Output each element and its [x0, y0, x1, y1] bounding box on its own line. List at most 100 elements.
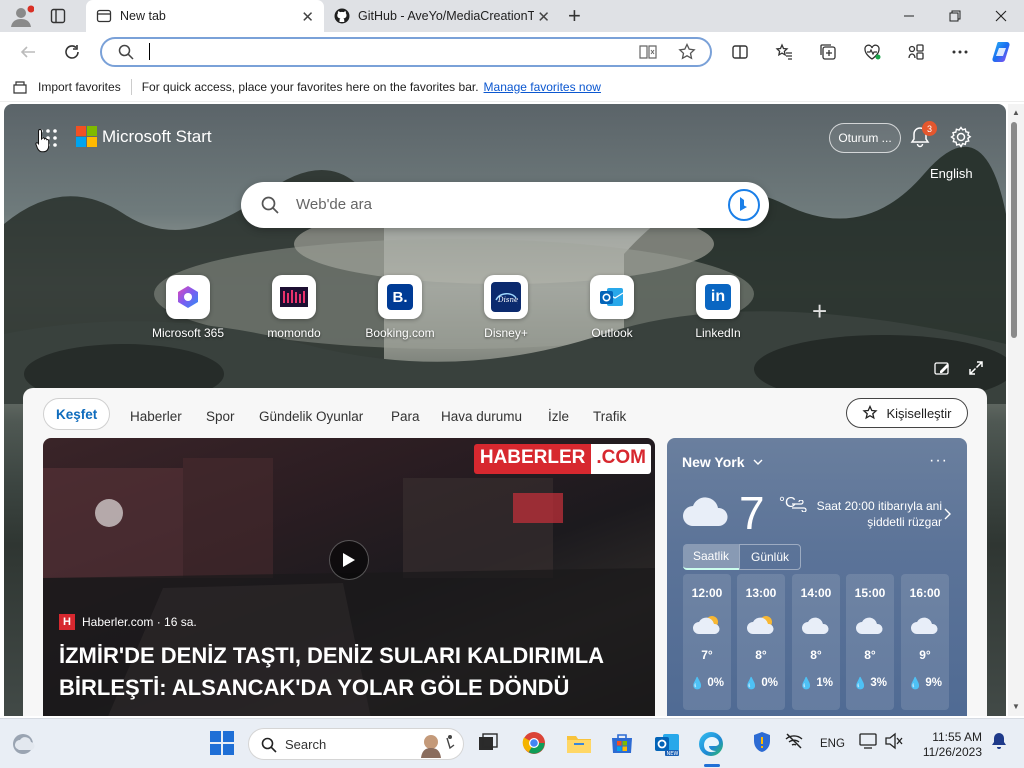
- web-search-box[interactable]: Web'de ara: [241, 182, 769, 228]
- feed-tab-spor[interactable]: Spor: [206, 409, 235, 424]
- quick-link-booking[interactable]: B. Booking.com: [355, 275, 445, 340]
- feed-tab-kesfet[interactable]: Keşfet: [43, 398, 111, 430]
- weather-tab-daily[interactable]: Günlük: [739, 544, 801, 570]
- collections-icon[interactable]: [812, 36, 844, 68]
- chrome-icon[interactable]: [522, 731, 548, 757]
- settings-gear-icon[interactable]: [950, 126, 972, 148]
- volume-muted-icon[interactable]: [884, 731, 910, 757]
- weather-city-selector[interactable]: New York: [682, 454, 763, 470]
- close-tab-icon[interactable]: ✕: [301, 8, 314, 26]
- edge-browser-icon[interactable]: [698, 731, 724, 757]
- import-favorites-button[interactable]: Import favorites: [38, 80, 121, 94]
- hourly-forecast-item[interactable]: 13:00 8° 💧 0%: [737, 574, 785, 710]
- taskbar-search-box[interactable]: Search: [248, 728, 464, 760]
- address-bar[interactable]: [100, 37, 712, 67]
- news-source[interactable]: H Haberler.com · 16 sa.: [59, 614, 197, 630]
- weather-alert-text[interactable]: Saat 20:00 itibarıyla ani şiddetli rüzga…: [812, 498, 942, 530]
- widgets-weather-icon[interactable]: [10, 731, 36, 757]
- raindrop-icon: 💧: [799, 678, 814, 690]
- forecast-precip-value: 9%: [925, 677, 942, 689]
- microsoft-start-brand[interactable]: Microsoft Start: [76, 126, 212, 147]
- scroll-down-icon[interactable]: ▼: [1012, 702, 1020, 711]
- scroll-up-icon[interactable]: ▲: [1012, 108, 1020, 117]
- feed-tab-para[interactable]: Para: [391, 409, 420, 424]
- close-window-button[interactable]: [978, 0, 1024, 32]
- add-quick-link-button[interactable]: +: [812, 298, 827, 324]
- new-tab-button[interactable]: +: [568, 5, 581, 27]
- play-video-button[interactable]: [329, 540, 369, 580]
- browser-essentials-icon[interactable]: [856, 36, 888, 68]
- scrollbar-thumb[interactable]: [1011, 122, 1017, 338]
- network-disconnected-icon[interactable]: [784, 731, 810, 757]
- security-shield-icon[interactable]: [752, 731, 778, 757]
- import-favorites-icon[interactable]: [12, 79, 28, 95]
- hourly-forecast-item[interactable]: 15:00 8° 💧 3%: [846, 574, 894, 710]
- quick-link-linkedin[interactable]: in LinkedIn: [673, 275, 763, 340]
- tab-github[interactable]: GitHub - AveYo/MediaCreationT ✕: [326, 0, 560, 32]
- address-input[interactable]: [146, 43, 616, 61]
- tab-new-tab[interactable]: New tab ✕: [86, 0, 324, 32]
- search-icon: [261, 196, 279, 214]
- weather-tab-hourly[interactable]: Saatlik: [683, 544, 739, 570]
- file-explorer-icon[interactable]: [566, 731, 592, 757]
- restore-button[interactable]: [932, 0, 978, 32]
- outlook-new-icon[interactable]: NEW: [654, 731, 680, 757]
- quick-link-label: LinkedIn: [695, 326, 741, 340]
- favorites-bar-message: For quick access, place your favorites h…: [141, 79, 479, 94]
- expand-icon[interactable]: [968, 360, 984, 376]
- quick-link-outlook[interactable]: Outlook: [567, 275, 657, 340]
- news-headline[interactable]: İZMİR'DE DENİZ TAŞTI, DENİZ SULARI KALDI…: [59, 640, 649, 704]
- quick-link-microsoft365[interactable]: Microsoft 365: [143, 275, 233, 340]
- profile-avatar[interactable]: [8, 5, 34, 27]
- personalize-button[interactable]: Kişiselleştir: [846, 398, 968, 428]
- github-icon: [334, 8, 350, 24]
- windows-start-icon[interactable]: [210, 731, 236, 757]
- input-language-label[interactable]: ENG: [820, 738, 845, 750]
- add-favorite-star-icon[interactable]: [678, 43, 696, 61]
- edit-background-icon[interactable]: [934, 360, 950, 376]
- weather-card[interactable]: New York ··· 7 °C Saat 20:00 itibarıyla …: [667, 438, 967, 716]
- split-screen-icon[interactable]: [724, 36, 756, 68]
- more-menu-icon[interactable]: [944, 36, 976, 68]
- favorites-bar-divider: [130, 78, 132, 95]
- tab-actions-icon[interactable]: [50, 8, 66, 24]
- hourly-forecast-item[interactable]: 16:00 9° 💧 9%: [901, 574, 949, 710]
- chevron-down-icon: [753, 458, 763, 466]
- feed-tab-gundelik-oyunlar[interactable]: Gündelik Oyunlar: [259, 409, 363, 424]
- bing-chat-icon[interactable]: [728, 189, 760, 221]
- news-card[interactable]: HABERLER .COM H Haberler.com · 16 sa. İZ…: [43, 438, 655, 716]
- immersive-reader-icon[interactable]: [638, 44, 658, 60]
- manage-favorites-link[interactable]: Manage favorites now: [484, 80, 601, 94]
- close-tab-icon[interactable]: ✕: [537, 8, 550, 26]
- feed-tab-haberler[interactable]: Haberler: [130, 409, 182, 424]
- back-button[interactable]: [12, 36, 44, 68]
- feed-tab-izle[interactable]: İzle: [548, 409, 569, 424]
- microsoft-logo-icon: [76, 126, 97, 147]
- momondo-icon: [272, 275, 316, 319]
- search-icon: [261, 737, 277, 753]
- hourly-forecast-item[interactable]: 14:00 8° 💧 1%: [792, 574, 840, 710]
- hourly-forecast-item[interactable]: 12:00 7° 💧 0%: [683, 574, 731, 710]
- quick-link-disney-plus[interactable]: Disney+ Disney+: [461, 275, 551, 340]
- news-feed-panel: Keşfet Haberler Spor Gündelik Oyunlar Pa…: [23, 388, 987, 716]
- language-label[interactable]: English: [930, 166, 973, 181]
- system-clock[interactable]: 11:55 AM 11/26/2023: [918, 730, 982, 760]
- extensions-icon[interactable]: [900, 36, 932, 68]
- signin-button[interactable]: Oturum ...: [829, 123, 901, 153]
- monitor-icon[interactable]: [858, 731, 884, 757]
- refresh-button[interactable]: [56, 36, 88, 68]
- forecast-time: 16:00: [909, 586, 941, 600]
- feed-tab-hava-durumu[interactable]: Hava durumu: [441, 409, 522, 424]
- forecast-precip: 💧 3%: [846, 676, 894, 690]
- feed-tab-trafik[interactable]: Trafik: [593, 409, 626, 424]
- microsoft-store-icon[interactable]: [610, 731, 636, 757]
- copilot-icon[interactable]: [986, 36, 1018, 68]
- notification-center-bell-icon[interactable]: [990, 731, 1016, 757]
- haberler-source-icon: H: [59, 614, 75, 630]
- task-view-icon[interactable]: [476, 731, 502, 757]
- quick-link-momondo[interactable]: momondo: [249, 275, 339, 340]
- weather-more-icon[interactable]: ···: [929, 452, 948, 470]
- favorites-icon[interactable]: [768, 36, 800, 68]
- minimize-button[interactable]: [886, 0, 932, 32]
- chevron-right-icon[interactable]: [943, 508, 951, 520]
